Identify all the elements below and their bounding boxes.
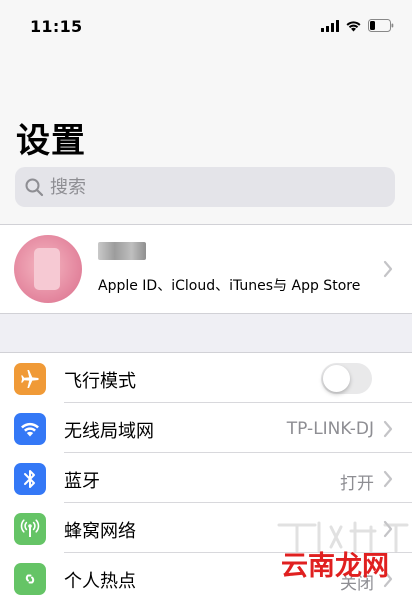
profile-name-redacted	[98, 242, 146, 260]
settings-row-label: 蜂窝网络	[64, 521, 136, 542]
status-icons	[321, 19, 394, 32]
settings-row-label: 个人热点	[64, 571, 136, 592]
page-title: 设置	[16, 121, 86, 161]
airplane-icon	[14, 363, 46, 395]
bluetooth-status: 打开	[340, 474, 374, 494]
wifi-icon	[14, 413, 46, 445]
chevron-right-icon	[383, 260, 393, 278]
chevron-right-icon	[383, 420, 393, 438]
settings-row-label: 飞行模式	[64, 371, 136, 392]
apple-id-profile-row[interactable]: Apple ID、iCloud、iTunes与 App Store	[0, 225, 412, 314]
status-time: 11:15	[30, 17, 83, 36]
wifi-network-name: TP-LINK-DJ	[286, 419, 374, 439]
chevron-right-icon	[383, 570, 393, 588]
chevron-right-icon	[383, 520, 393, 538]
settings-row-personal-hotspot[interactable]: 个人热点 关闭	[0, 553, 412, 603]
settings-row-wifi[interactable]: 无线局域网 TP-LINK-DJ	[0, 403, 412, 453]
settings-row-label: 蓝牙	[64, 471, 100, 492]
wifi-status-icon	[346, 20, 361, 31]
cellular-icon	[14, 513, 46, 545]
search-box[interactable]	[15, 167, 395, 207]
settings-row-label: 无线局域网	[64, 421, 154, 442]
status-bar: 11:15	[0, 0, 412, 54]
battery-icon	[368, 19, 394, 32]
settings-row-airplane-mode[interactable]: 飞行模式	[0, 353, 412, 403]
bluetooth-icon	[14, 463, 46, 495]
hotspot-icon	[14, 563, 46, 595]
airplane-mode-toggle[interactable]	[321, 363, 372, 394]
avatar	[14, 235, 82, 303]
chevron-right-icon	[383, 470, 393, 488]
settings-row-cellular[interactable]: 蜂窝网络	[0, 503, 412, 553]
search-icon	[25, 178, 44, 197]
settings-row-bluetooth[interactable]: 蓝牙 打开	[0, 453, 412, 503]
profile-subtitle: Apple ID、iCloud、iTunes与 App Store	[98, 278, 361, 294]
settings-list: 飞行模式 无线局域网 TP-LINK-DJ 蓝牙 打开 蜂窝网络 个人热点 关闭	[0, 352, 412, 603]
hotspot-status: 关闭	[340, 574, 374, 594]
search-input[interactable]	[48, 175, 372, 199]
cellular-signal-icon	[321, 19, 339, 32]
